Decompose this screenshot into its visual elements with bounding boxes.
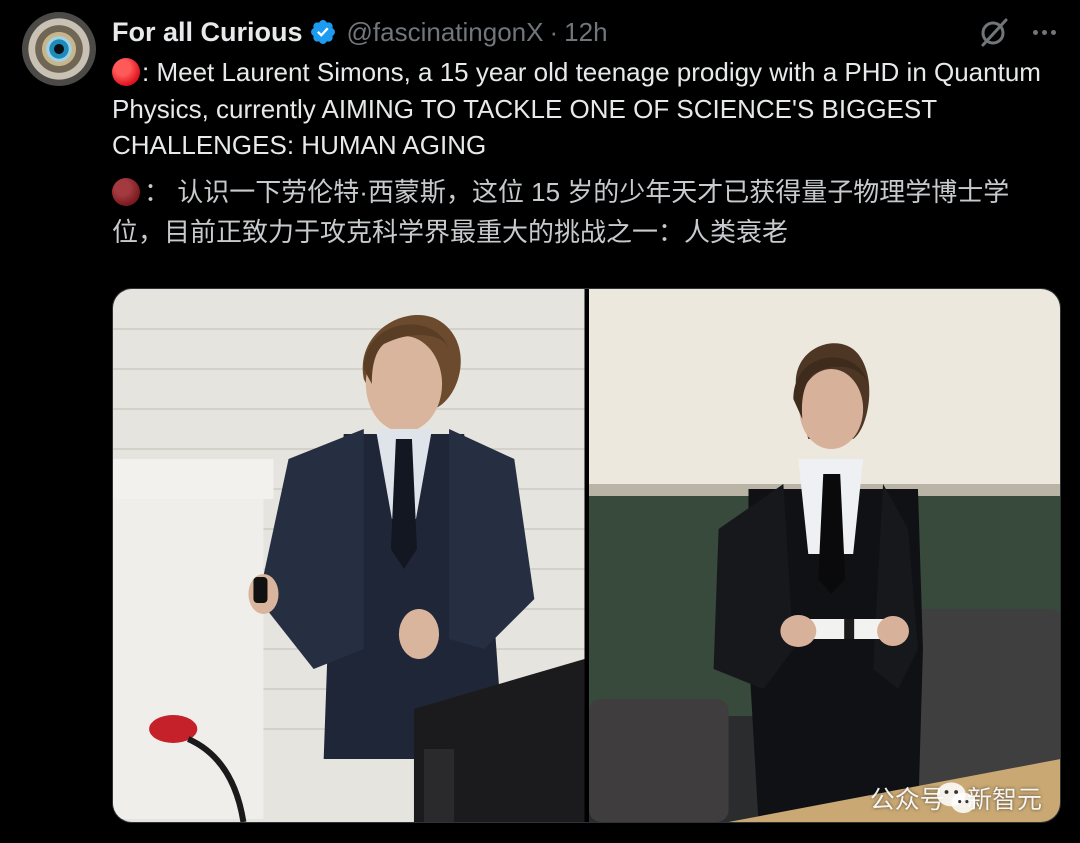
lecture-photo[interactable] [113, 289, 585, 822]
diploma-photo[interactable]: 公众号 · 新智元 [588, 289, 1060, 822]
author-avatar[interactable] [22, 12, 96, 86]
watermark: 公众号 · 新智元 [870, 780, 1042, 816]
verified-badge-icon [309, 18, 337, 46]
tweet-timestamp[interactable]: 12h [564, 17, 607, 48]
more-dot [1050, 29, 1056, 35]
more-icon[interactable] [1026, 14, 1062, 50]
tweet-body: : Meet Laurent Simons, a 15 year old tee… [112, 57, 1041, 160]
grok-slash-icon[interactable] [976, 14, 1012, 50]
author-display-name[interactable]: For all Curious [112, 17, 303, 48]
author-handle[interactable]: @fascinatingonX [347, 17, 544, 48]
red-circle-icon [112, 178, 140, 206]
red-circle-icon [112, 58, 140, 86]
translation-body: ： 认识一下劳伦特·西蒙斯，这位 15 岁的少年天才已获得量子物理学博士学位，目… [112, 177, 1010, 247]
more-dot [1032, 29, 1038, 35]
tweet-header: For all Curious @fascinatingonX · 12h [112, 12, 608, 52]
more-dot [1041, 29, 1047, 35]
media-grid: 公众号 · 新智元 [112, 288, 1061, 823]
wechat-icon [936, 782, 976, 813]
tweet-text: : Meet Laurent Simons, a 15 year old tee… [112, 54, 1052, 164]
tweet-translation: ： 认识一下劳伦特·西蒙斯，这位 15 岁的少年天才已获得量子物理学博士学位，目… [112, 172, 1052, 252]
separator-dot: · [549, 16, 559, 47]
